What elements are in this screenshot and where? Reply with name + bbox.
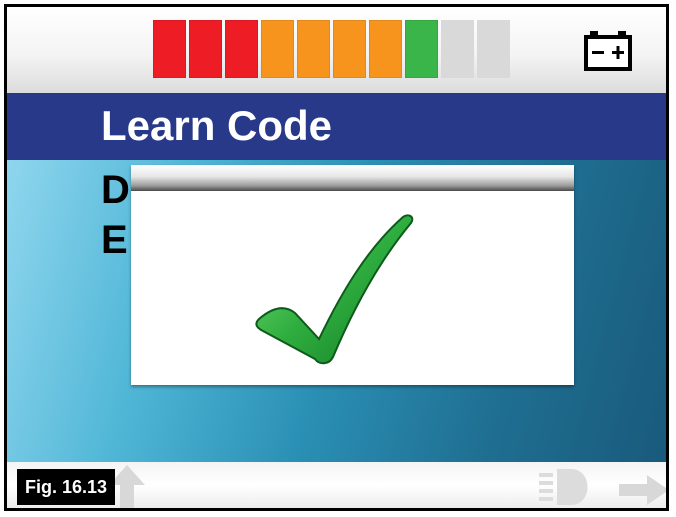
battery-level-meter <box>153 20 510 78</box>
battery-segment <box>369 20 402 78</box>
figure-label: Fig. 16.13 <box>17 469 116 505</box>
dialog-header <box>131 165 574 191</box>
battery-segment <box>189 20 222 78</box>
checkmark-icon <box>255 214 414 365</box>
menu-item-d[interactable]: D <box>101 167 130 213</box>
page-title: Learn Code <box>101 102 333 149</box>
arrow-right-icon[interactable] <box>619 473 669 507</box>
battery-segment <box>333 20 366 78</box>
status-bar <box>7 7 666 93</box>
battery-segment <box>297 20 330 78</box>
battery-icon <box>584 31 632 71</box>
menu-item-e[interactable]: E <box>101 217 128 263</box>
confirmation-dialog <box>131 165 574 385</box>
battery-segment <box>261 20 294 78</box>
headlight-icon[interactable] <box>537 467 599 507</box>
battery-segment <box>405 20 438 78</box>
display-frame: Learn Code D E Fig. 16.13 <box>4 4 669 511</box>
battery-segment <box>477 20 510 78</box>
battery-segment <box>441 20 474 78</box>
battery-segment <box>153 20 186 78</box>
battery-segment <box>225 20 258 78</box>
